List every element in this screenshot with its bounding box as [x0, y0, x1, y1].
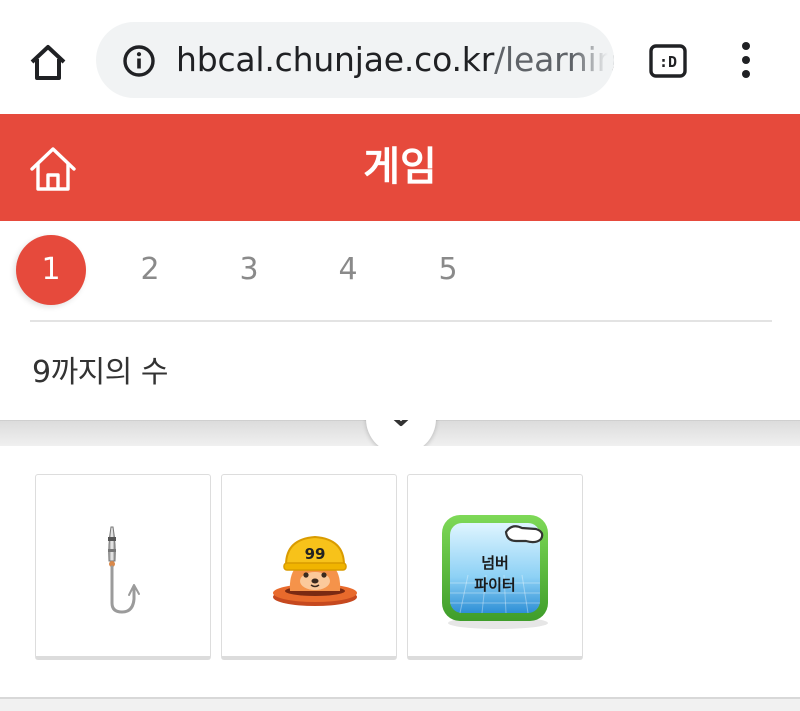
chapter-tab-4[interactable]: 4 — [313, 235, 383, 305]
chapter-tab-1[interactable]: 1 — [16, 235, 86, 305]
chapter-tab-5[interactable]: 5 — [413, 235, 483, 305]
section-title: 9까지의 수 — [32, 355, 169, 390]
url-host: hbcal.chunjae.co.kr — [176, 40, 495, 79]
app-header: 게임 — [0, 114, 800, 221]
mole-helmet-icon: 99 — [273, 535, 357, 606]
number-fighter-line2: 파이터 — [474, 576, 515, 594]
tab-switcher-icon[interactable]: :D — [649, 44, 687, 78]
game-card-mole[interactable]: 99 — [221, 474, 397, 660]
home-outline-icon[interactable] — [28, 144, 78, 194]
info-icon[interactable] — [122, 44, 156, 78]
game-card-fishing[interactable] — [35, 474, 211, 660]
number-fighter-line1: 넘버 — [481, 554, 509, 572]
chapter-tabs: 1 2 3 4 5 — [0, 221, 800, 321]
browser-toolbar: hbcal.chunjae.co.kr/learning :D — [0, 0, 800, 114]
number-fighter-icon: 넘버 파이터 — [442, 515, 548, 629]
fishing-hook-icon — [108, 526, 140, 614]
mole-badge: 99 — [305, 545, 326, 563]
url-text[interactable]: hbcal.chunjae.co.kr/learning — [176, 22, 614, 98]
url-fade — [574, 22, 614, 98]
address-bar[interactable]: hbcal.chunjae.co.kr/learning — [96, 22, 614, 98]
tab-switcher-label: :D — [659, 53, 677, 71]
toggle-top-cover — [356, 376, 446, 420]
browser-home-icon[interactable] — [26, 40, 70, 84]
game-card-number-fighter[interactable]: 넘버 파이터 — [407, 474, 583, 660]
game-list: 99 넘버 파이터 — [0, 446, 800, 709]
chapter-tab-2[interactable]: 2 — [115, 235, 185, 305]
more-vert-icon[interactable] — [734, 40, 758, 82]
page-title: 게임 — [363, 144, 437, 190]
tabs-divider — [30, 320, 772, 322]
chapter-tab-3[interactable]: 3 — [214, 235, 284, 305]
